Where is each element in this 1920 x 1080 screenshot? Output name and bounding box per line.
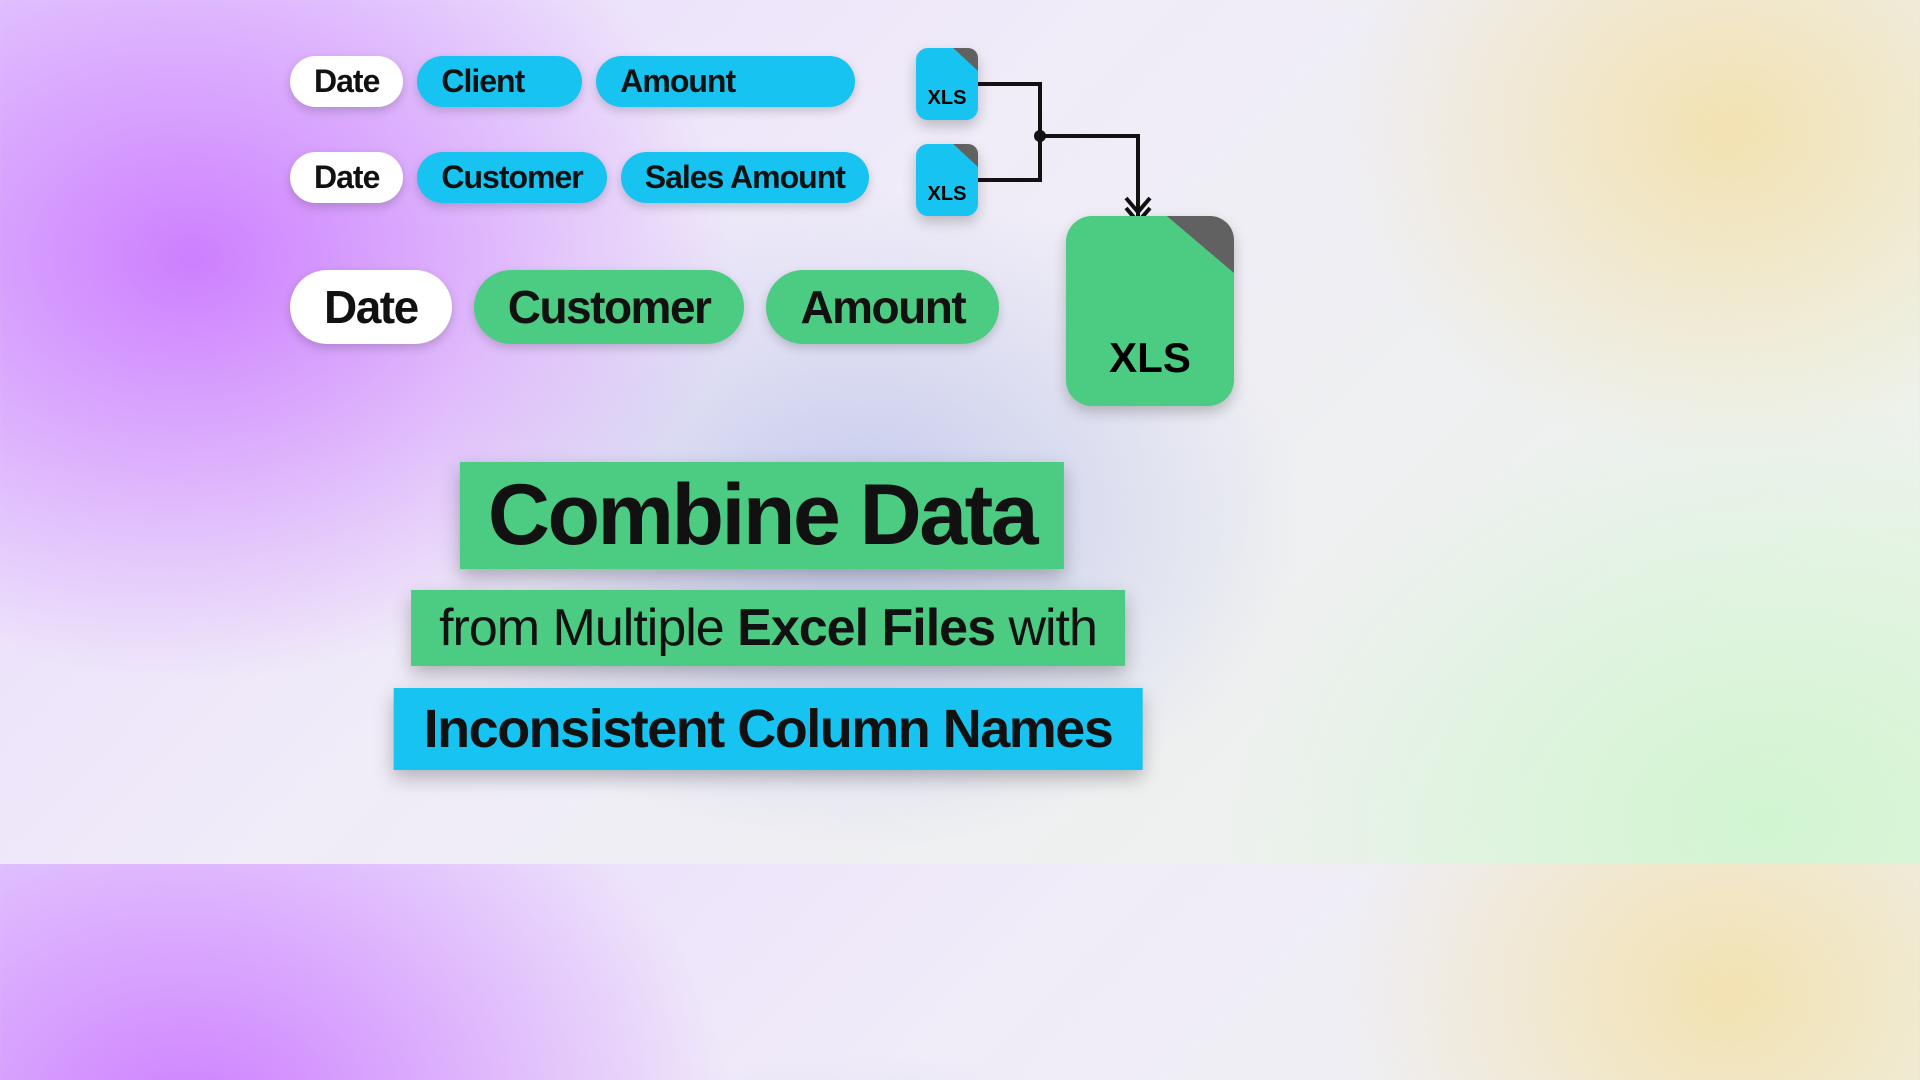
column-pill-sales-amount: Sales Amount [621,152,869,203]
title-line-2-bold: Excel Files [737,599,995,657]
column-pill-amount: Amount [766,270,999,344]
title-line-2: from Multiple Excel Files with [411,590,1125,666]
column-pill-amount: Amount [596,56,855,107]
column-pill-date: Date [290,270,452,344]
title-block-3: Inconsistent Column Names [394,688,1143,770]
xls-file-icon: XLS [916,144,978,216]
file-corner [953,144,978,167]
file-label: XLS [928,87,967,110]
file-corner [953,48,978,71]
source-row-2: Date Customer Sales Amount [290,152,869,203]
title-block: Combine Data [466,462,1070,569]
column-pill-customer: Customer [474,270,745,344]
result-row: Date Customer Amount [290,270,999,344]
title-line-2-pre: from Multiple [439,599,737,657]
column-pill-date: Date [290,56,403,107]
file-label: XLS [1109,334,1191,382]
source-row-1: Date Client Amount [290,56,855,107]
file-label: XLS [928,183,967,206]
column-pill-customer: Customer [417,152,606,203]
column-pill-client: Client [417,56,582,107]
title-line-2-post: with [995,599,1097,657]
diagram-stage: Date Client Amount XLS Date Customer Sal… [0,0,1536,864]
title-block-2: from Multiple Excel Files with [411,590,1125,666]
xls-file-icon: XLS [916,48,978,120]
column-pill-date: Date [290,152,403,203]
file-corner [1167,216,1234,273]
title-line-3: Inconsistent Column Names [394,688,1143,770]
xls-result-file-icon: XLS [1066,216,1234,406]
title-line-1: Combine Data [460,462,1064,569]
